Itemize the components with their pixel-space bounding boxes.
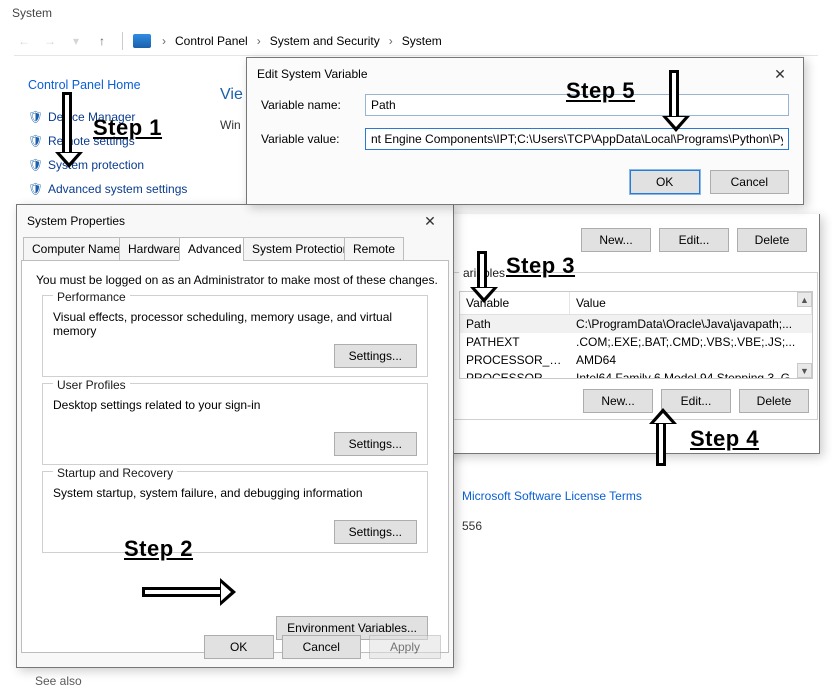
variable-value-label: Variable value:	[261, 132, 365, 146]
cancel-button[interactable]: Cancel	[710, 170, 789, 194]
close-button[interactable]: ✕	[765, 64, 795, 84]
edit-user-var-button[interactable]: Edit...	[659, 228, 729, 252]
system-properties-titlebar: System Properties ✕	[17, 205, 453, 235]
performance-group: Performance Visual effects, processor sc…	[42, 295, 428, 377]
control-panel-home-link[interactable]: Control Panel Home	[28, 78, 218, 92]
performance-desc: Visual effects, processor scheduling, me…	[53, 310, 417, 338]
tab-remote[interactable]: Remote	[344, 237, 404, 261]
chevron-right-icon[interactable]: ›	[386, 34, 396, 48]
sidebar-item-device-manager[interactable]: Device Manager	[28, 110, 218, 124]
column-value[interactable]: Value	[570, 292, 812, 314]
dialog-title: Edit System Variable	[257, 67, 368, 81]
dialog-title: System Properties	[27, 214, 125, 228]
delete-user-var-button[interactable]: Delete	[737, 228, 807, 252]
new-system-var-button[interactable]: New...	[583, 389, 653, 413]
shield-icon	[28, 134, 42, 148]
cancel-button[interactable]: Cancel	[282, 635, 361, 659]
window-title: System	[12, 6, 52, 20]
tab-system-protection[interactable]: System Protection	[243, 237, 358, 261]
tab-advanced[interactable]: Advanced	[179, 237, 250, 261]
label-fragment: Win	[220, 118, 241, 132]
performance-settings-button[interactable]: Settings...	[334, 344, 417, 368]
startup-recovery-group: Startup and Recovery System startup, sys…	[42, 471, 428, 553]
back-button[interactable]: ←	[14, 31, 34, 51]
sidebar-item-system-protection[interactable]: System protection	[28, 158, 218, 172]
shield-icon	[28, 158, 42, 172]
scroll-down-button[interactable]: ▼	[797, 363, 812, 378]
chevron-right-icon[interactable]: ›	[254, 34, 264, 48]
table-row-path[interactable]: PathC:\ProgramData\Oracle\Java\javapath;…	[460, 315, 812, 333]
edit-system-var-button[interactable]: Edit...	[661, 389, 731, 413]
breadcrumb-control-panel[interactable]: Control Panel	[175, 34, 248, 48]
sidebar-item-advanced-system-settings[interactable]: Advanced system settings	[28, 182, 218, 196]
sidebar-item-label: Device Manager	[48, 110, 135, 124]
table-header: Variable Value	[460, 292, 812, 315]
groupbox-title: Performance	[53, 290, 130, 304]
delete-system-var-button[interactable]: Delete	[739, 389, 809, 413]
sidebar-item-label: Remote settings	[48, 134, 135, 148]
edit-var-titlebar: Edit System Variable ✕	[247, 58, 803, 88]
forward-button[interactable]: →	[40, 31, 60, 51]
user-profiles-settings-button[interactable]: Settings...	[334, 432, 417, 456]
pc-icon	[133, 34, 151, 48]
startup-recovery-desc: System startup, system failure, and debu…	[53, 486, 417, 500]
sidebar-item-remote-settings[interactable]: Remote settings	[28, 134, 218, 148]
shield-icon	[28, 182, 42, 196]
sidebar-item-label: System protection	[48, 158, 144, 172]
variable-name-label: Variable name:	[261, 98, 365, 112]
heading-fragment: Vie	[220, 86, 243, 104]
admin-note: You must be logged on as an Administrato…	[36, 273, 438, 287]
chevron-right-icon[interactable]: ›	[159, 34, 169, 48]
user-profiles-desc: Desktop settings related to your sign-in	[53, 398, 417, 412]
ok-button[interactable]: OK	[204, 635, 274, 659]
table-row[interactable]: PATHEXT.COM;.EXE;.BAT;.CMD;.VBS;.VBE;.JS…	[460, 333, 812, 351]
explorer-nav: ← → ▾ ↑ › Control Panel › System and Sec…	[14, 30, 818, 56]
table-row[interactable]: PROCESSOR_ID...Intel64 Family 6 Model 94…	[460, 369, 812, 379]
system-properties-dialog: System Properties ✕ Computer Name Hardwa…	[16, 204, 454, 668]
control-panel-sidebar: Control Panel Home Device Manager Remote…	[28, 78, 218, 206]
see-also-label: See also	[35, 674, 82, 688]
new-user-var-button[interactable]: New...	[581, 228, 651, 252]
breadcrumb-sys-security[interactable]: System and Security	[270, 34, 380, 48]
scroll-up-button[interactable]: ▲	[797, 292, 812, 307]
shield-icon	[28, 110, 42, 124]
column-variable[interactable]: Variable	[460, 292, 570, 314]
table-row[interactable]: PROCESSOR_A...AMD64	[460, 351, 812, 369]
license-terms-link[interactable]: Microsoft Software License Terms	[462, 489, 642, 503]
variable-value-input[interactable]	[365, 128, 789, 150]
environment-variables-dialog: New... Edit... Delete ariables Variable …	[440, 214, 820, 454]
variable-name-input[interactable]	[365, 94, 789, 116]
close-button[interactable]: ✕	[415, 211, 445, 231]
ok-button[interactable]: OK	[630, 170, 700, 194]
edit-system-variable-dialog: Edit System Variable ✕ Variable name: Va…	[246, 57, 804, 205]
breadcrumb-system[interactable]: System	[402, 34, 442, 48]
user-profiles-group: User Profiles Desktop settings related t…	[42, 383, 428, 465]
system-variables-groupbox-title: ariables	[459, 266, 509, 280]
groupbox-title: User Profiles	[53, 378, 130, 392]
system-variables-table[interactable]: Variable Value PathC:\ProgramData\Oracle…	[459, 291, 813, 379]
tab-strip: Computer Name Hardware Advanced System P…	[21, 237, 449, 261]
apply-button: Apply	[369, 635, 441, 659]
nav-separator	[122, 32, 123, 50]
up-button[interactable]: ↑	[92, 31, 112, 51]
recent-dropdown[interactable]: ▾	[66, 31, 86, 51]
groupbox-title: Startup and Recovery	[53, 466, 177, 480]
product-id-fragment: 556	[462, 519, 482, 533]
tab-computer-name[interactable]: Computer Name	[23, 237, 129, 261]
startup-recovery-settings-button[interactable]: Settings...	[334, 520, 417, 544]
sidebar-item-label: Advanced system settings	[48, 182, 187, 196]
